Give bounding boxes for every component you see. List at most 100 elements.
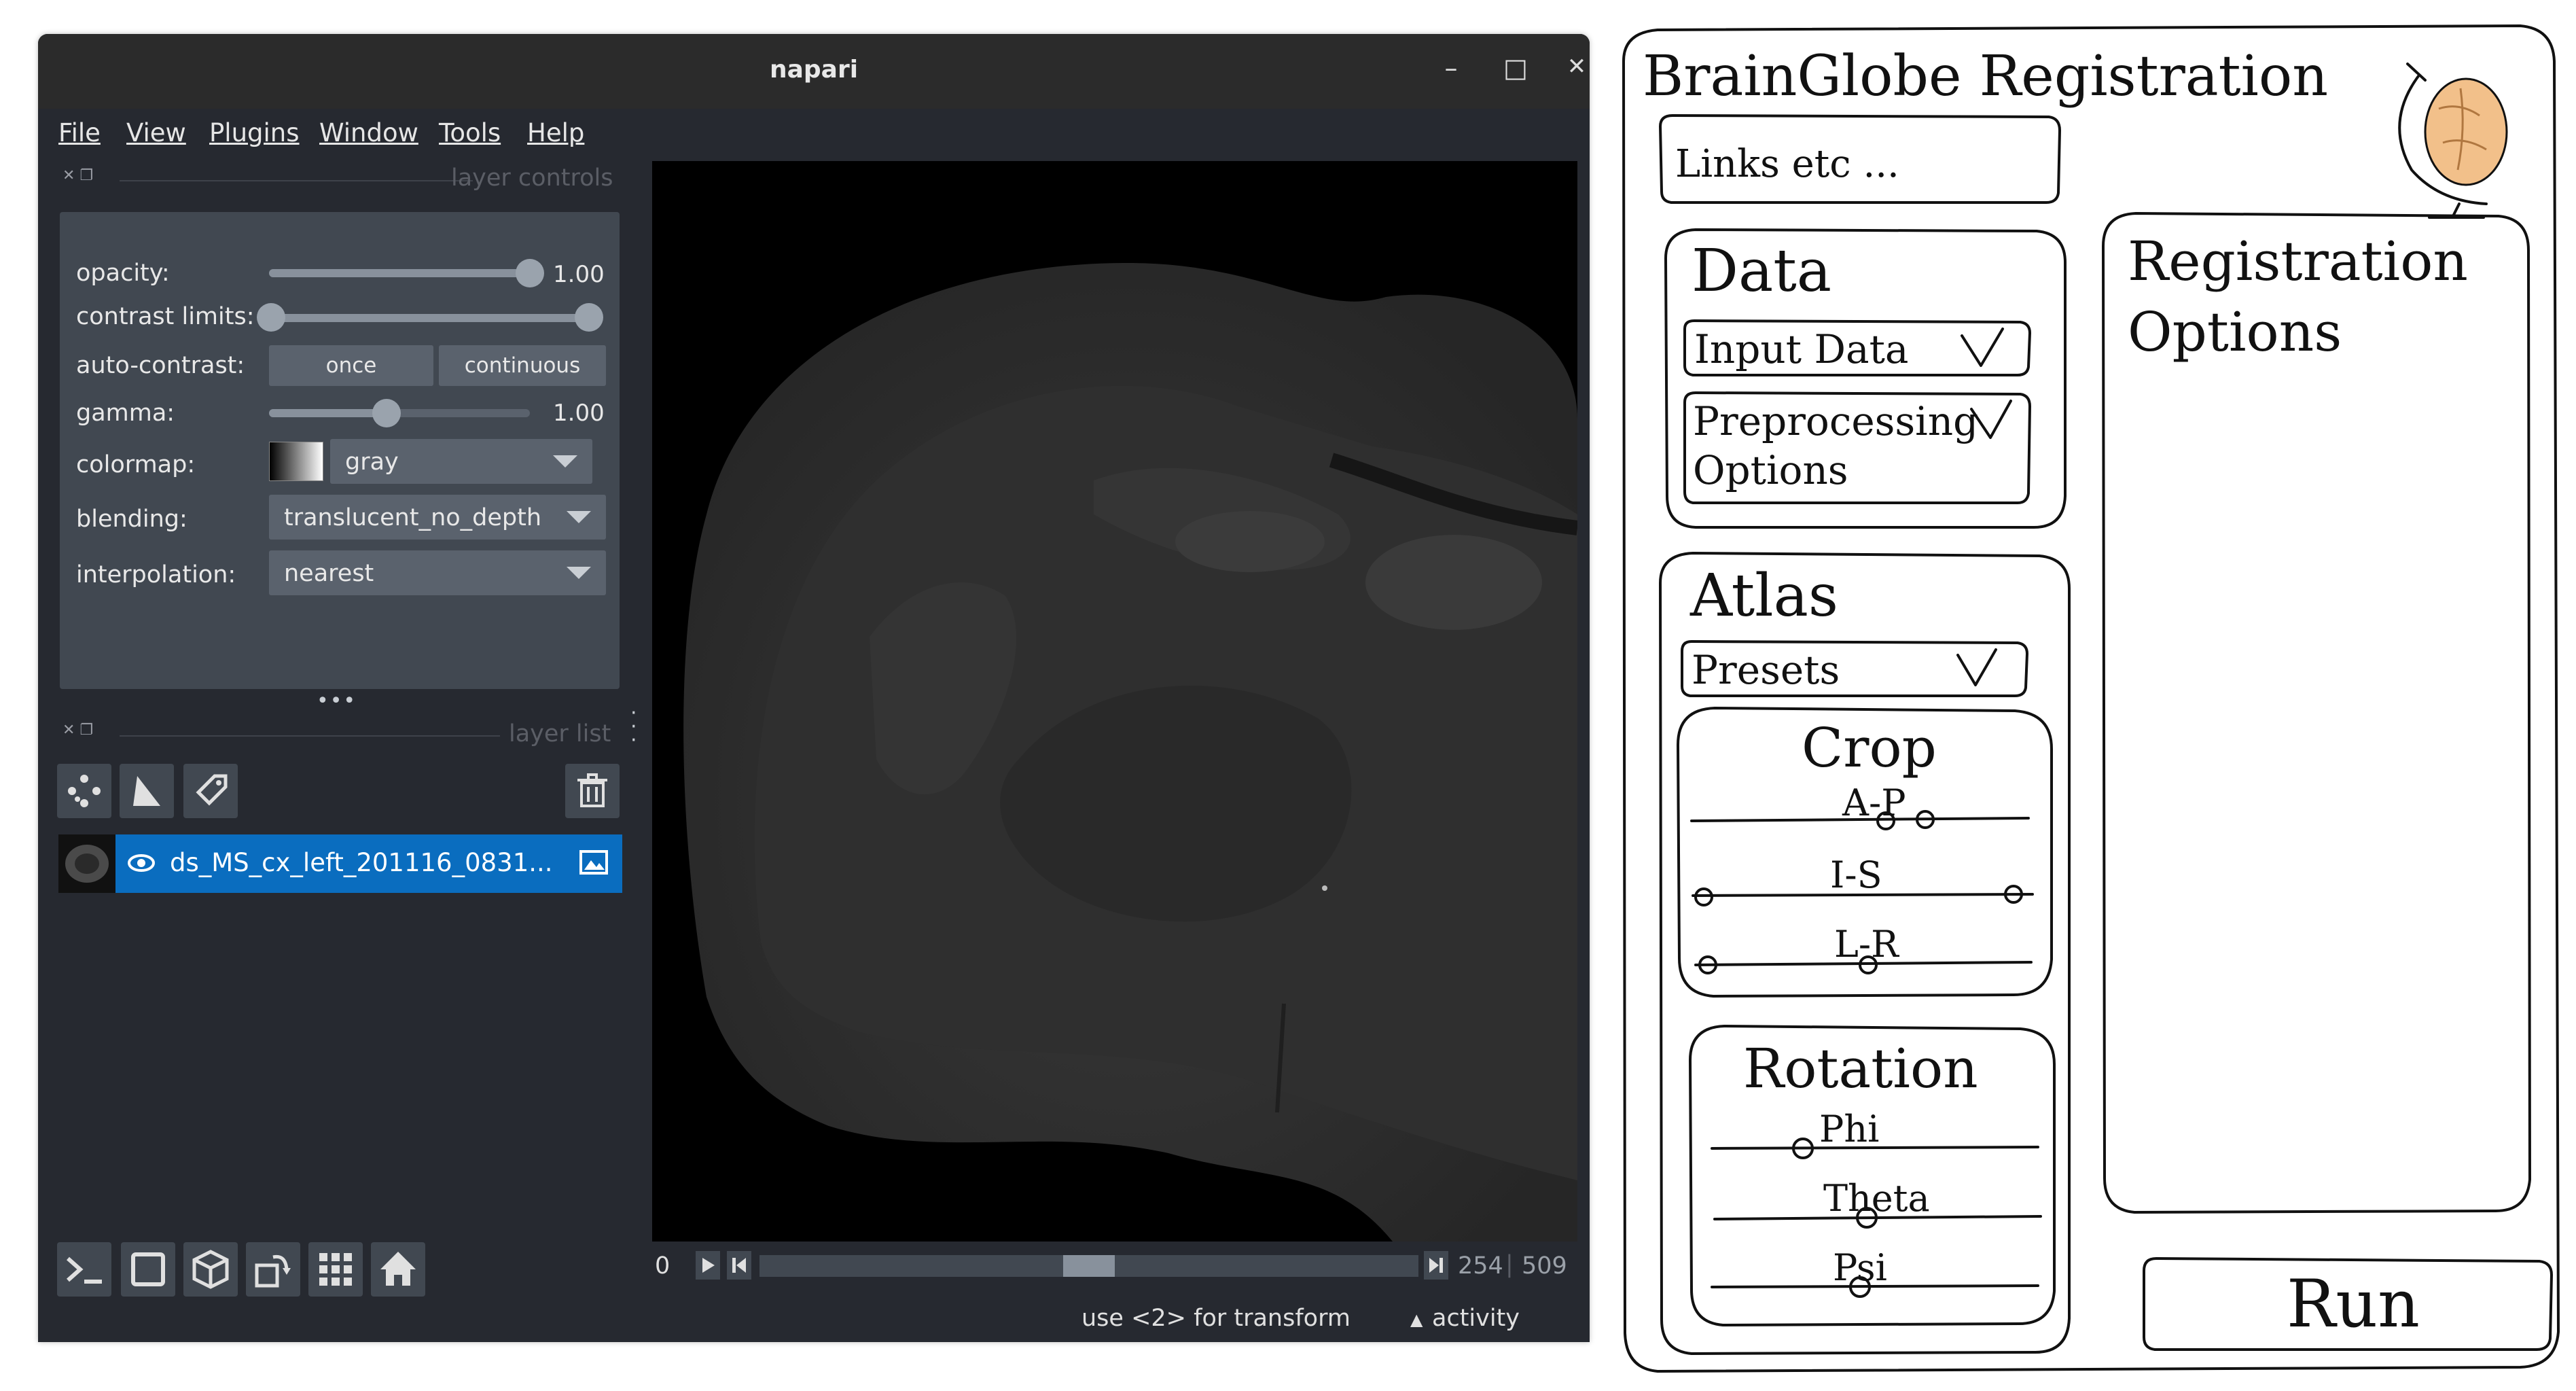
gamma-value: 1.00 xyxy=(553,400,605,427)
menu-window[interactable]: Window xyxy=(319,118,418,147)
colormap-label: colormap: xyxy=(76,451,196,478)
new-shapes-layer-button[interactable] xyxy=(120,764,174,818)
registration-options-title-line2: Options xyxy=(2128,300,2342,364)
chevron-down-icon xyxy=(567,511,591,523)
last-frame-button[interactable] xyxy=(1424,1251,1448,1280)
atlas-section-title: Atlas xyxy=(1689,562,1838,630)
contrast-low-handle[interactable] xyxy=(257,303,285,332)
opacity-slider-handle[interactable] xyxy=(516,259,544,287)
play-button[interactable] xyxy=(696,1251,720,1280)
layer-list-item[interactable]: ds_MS_cx_left_201116_0831... xyxy=(58,834,622,893)
menu-plugins[interactable]: Plugins xyxy=(209,118,300,147)
preprocessing-label-line1[interactable]: Preprocessing xyxy=(1693,398,1978,444)
dock-float-icon[interactable]: ✕ ❐ xyxy=(62,167,93,184)
dims-current-value[interactable]: 254 xyxy=(1458,1252,1503,1280)
interpolation-select[interactable]: nearest xyxy=(269,550,606,595)
rotation-title: Rotation xyxy=(1743,1037,1978,1100)
terminal-icon xyxy=(67,1256,102,1284)
menu-tools[interactable]: Tools xyxy=(439,118,501,147)
sketch-title: BrainGlobe Registration xyxy=(1643,44,2328,109)
chevron-down-icon xyxy=(567,567,591,579)
tag-icon xyxy=(196,774,228,806)
contrast-limits-label: contrast limits: xyxy=(76,303,255,330)
continuous-button[interactable]: continuous xyxy=(439,345,606,386)
transpose-button[interactable] xyxy=(246,1242,300,1297)
once-button[interactable]: once xyxy=(269,345,433,386)
auto-contrast-label: auto-contrast: xyxy=(76,352,245,379)
slider-label-a-p: A-P xyxy=(1842,781,1906,824)
visibility-eye-icon[interactable] xyxy=(128,851,155,878)
trash-icon xyxy=(577,773,607,807)
dock-resize-handle[interactable]: ••• xyxy=(317,689,357,713)
dims-max-value: 509 xyxy=(1522,1252,1567,1280)
blending-label: blending: xyxy=(76,506,187,533)
minimize-button[interactable]: – xyxy=(1434,53,1468,83)
roll-dims-button[interactable] xyxy=(183,1242,238,1297)
delete-layer-button[interactable] xyxy=(565,764,620,818)
data-section-title: Data xyxy=(1692,237,1831,305)
shapes-icon xyxy=(133,776,160,806)
close-button[interactable]: ✕ xyxy=(1560,53,1590,80)
presets-label[interactable]: Presets xyxy=(1692,647,1840,693)
splitter-handle[interactable]: · · · xyxy=(630,703,637,751)
play-icon xyxy=(702,1258,715,1273)
slider-label-phi: Phi xyxy=(1819,1108,1879,1150)
dims-slider-handle[interactable] xyxy=(1063,1255,1115,1277)
napari-window: napari – □ ✕ File View Plugins Window To… xyxy=(38,34,1590,1342)
grid-icon xyxy=(319,1253,352,1286)
dock-float-icon[interactable]: ✕ ❐ xyxy=(62,722,93,739)
slider-label-l-r: L-R xyxy=(1834,923,1899,966)
slider-label-theta: Theta xyxy=(1823,1177,1930,1220)
home-icon xyxy=(380,1252,416,1286)
ndisplay-button[interactable] xyxy=(121,1242,175,1297)
chevron-up-icon[interactable]: ▲ xyxy=(1410,1310,1423,1329)
menu-bar: File View Plugins Window Tools Help xyxy=(38,109,1590,156)
home-button[interactable] xyxy=(371,1242,425,1297)
sketch-outer-frame xyxy=(1622,24,2560,1373)
menu-help[interactable]: Help xyxy=(527,118,584,147)
square-icon xyxy=(131,1252,165,1286)
sketch-mockup: BrainGlobe Registration Links etc ... Da… xyxy=(1622,24,2560,1373)
blending-select[interactable]: translucent_no_depth xyxy=(269,495,606,540)
console-button[interactable] xyxy=(57,1242,111,1297)
run-label[interactable]: Run xyxy=(2287,1266,2420,1342)
activity-button[interactable]: activity xyxy=(1432,1305,1520,1332)
image-layer-icon xyxy=(579,849,609,879)
layer-name[interactable]: ds_MS_cx_left_201116_0831... xyxy=(170,848,553,877)
colormap-select[interactable]: gray xyxy=(330,439,592,484)
first-frame-button[interactable] xyxy=(727,1251,751,1280)
new-labels-layer-button[interactable] xyxy=(183,764,238,818)
viewer-canvas[interactable] xyxy=(652,161,1577,1242)
dims-slider-track[interactable] xyxy=(759,1255,1418,1277)
opacity-value: 1.00 xyxy=(553,261,605,288)
chevron-down-icon xyxy=(1956,648,1997,686)
cube-icon xyxy=(192,1250,229,1289)
interpolation-label: interpolation: xyxy=(76,561,236,588)
colormap-preview xyxy=(269,442,323,481)
rotate-icon xyxy=(255,1254,291,1288)
brain-illustration xyxy=(2424,77,2508,186)
status-hint: use <2> for transform xyxy=(1081,1305,1350,1332)
window-title: napari xyxy=(769,56,859,84)
points-icon xyxy=(68,775,101,807)
contrast-high-handle[interactable] xyxy=(575,303,603,332)
dock-divider xyxy=(120,735,500,737)
gamma-slider-handle[interactable] xyxy=(372,399,401,427)
links-text[interactable]: Links etc ... xyxy=(1675,142,1899,186)
layer-thumbnail xyxy=(58,834,115,893)
gamma-label: gamma: xyxy=(76,400,175,427)
slider-label-psi: Psi xyxy=(1833,1246,1887,1289)
new-points-layer-button[interactable] xyxy=(57,764,111,818)
menu-file[interactable]: File xyxy=(58,118,101,147)
dims-start-label: 0 xyxy=(655,1252,670,1280)
skip-end-icon xyxy=(1429,1258,1443,1273)
brain-section-image xyxy=(683,263,1577,1242)
menu-view[interactable]: View xyxy=(126,118,186,147)
registration-options-title-line1: Registration xyxy=(2128,230,2468,293)
input-data-label[interactable]: Input Data xyxy=(1694,326,1908,372)
layer-controls-panel: opacity: 1.00 contrast limits: auto-cont… xyxy=(60,212,620,689)
grid-view-button[interactable] xyxy=(308,1242,363,1297)
preprocessing-label-line2[interactable]: Options xyxy=(1693,447,1848,493)
slider-knob-i-s-low xyxy=(1694,887,1713,906)
maximize-button[interactable]: □ xyxy=(1499,53,1533,83)
